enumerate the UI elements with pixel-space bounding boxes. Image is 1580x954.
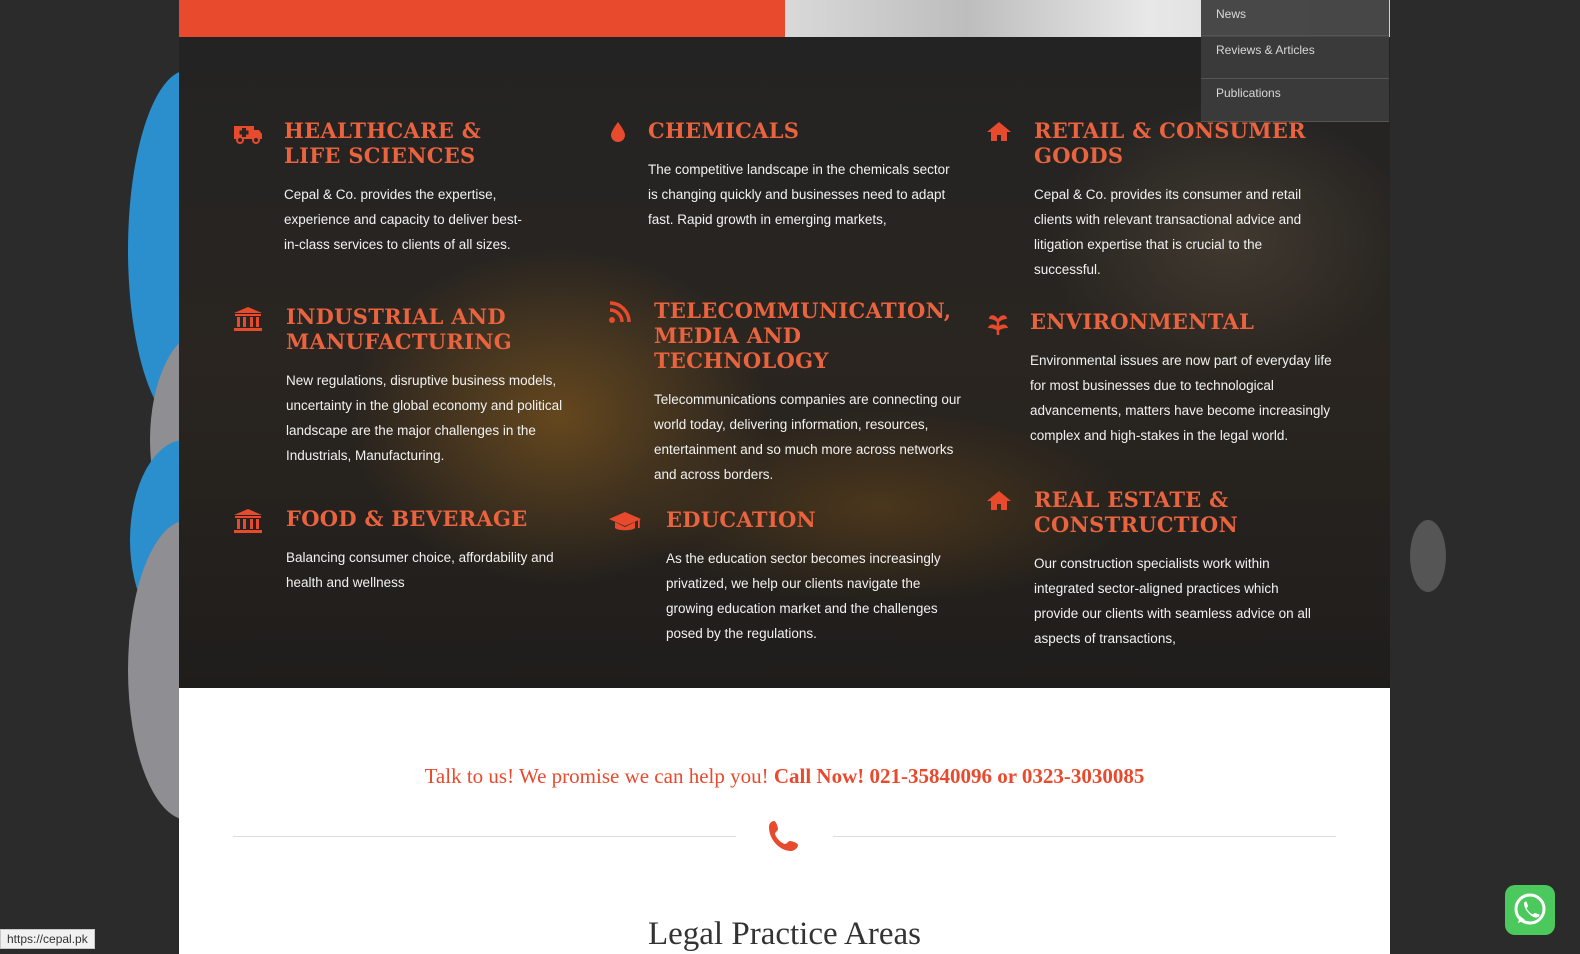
leaf-icon (986, 311, 1020, 337)
sector-title: INDUSTRIAL AND MANUFACTURING (286, 304, 512, 354)
sector-description: Environmental issues are now part of eve… (1030, 353, 1332, 443)
sector-environmental: ENVIRONMENTAL Environmental issues are n… (986, 309, 1346, 448)
bank-icon (233, 306, 267, 332)
home-icon (986, 120, 1020, 146)
call-to-action: Talk to us! We promise we can help you! … (179, 764, 1390, 789)
menu-item-reviews-articles[interactable]: Reviews & Articles (1201, 36, 1389, 79)
sector-title: TELECOMMUNICATION, MEDIA AND TECHNOLOGY (654, 298, 952, 373)
sector-description: Cepal & Co. provides the expertise, expe… (284, 187, 522, 252)
sector-title: ENVIRONMENTAL (1030, 309, 1255, 334)
drop-icon (608, 120, 642, 146)
menu-item-news[interactable]: News (1201, 0, 1389, 36)
status-bar-url: https://cepal.pk (0, 929, 95, 949)
sector-healthcare: HEALTHCARE & LIFE SCIENCES Cepal & Co. p… (233, 118, 533, 257)
graduation-cap-icon (608, 509, 642, 535)
section-title: Legal Practice Areas (647, 916, 922, 952)
sector-title: EDUCATION (666, 507, 817, 532)
ambulance-icon (233, 120, 267, 146)
menu-item-publications[interactable]: Publications (1201, 79, 1389, 122)
sector-food-beverage: FOOD & BEVERAGE Balancing consumer choic… (233, 506, 573, 595)
sector-description: Cepal & Co. provides its consumer and re… (1034, 187, 1302, 277)
sector-title: RETAIL & CONSUMER GOODS (1034, 118, 1306, 168)
sector-description: New regulations, disruptive business mod… (286, 373, 563, 463)
divider (233, 836, 736, 837)
whatsapp-button[interactable] (1505, 885, 1555, 935)
sector-description: Telecommunications companies are connect… (654, 392, 961, 482)
sector-industrial: INDUSTRIAL AND MANUFACTURING New regulat… (233, 304, 573, 468)
sector-title: HEALTHCARE & LIFE SCIENCES (284, 118, 481, 168)
banner-red-block (179, 0, 785, 37)
sector-description: Balancing consumer choice, affordability… (286, 550, 554, 590)
contact-section: Talk to us! We promise we can help you! … (179, 688, 1390, 954)
sector-title: FOOD & BEVERAGE (286, 506, 528, 531)
sector-telecom: TELECOMMUNICATION, MEDIA AND TECHNOLOGY … (608, 298, 963, 487)
sector-description: The competitive landscape in the chemica… (648, 162, 950, 227)
page-content: News Reviews & Articles Publications HEA… (179, 0, 1390, 954)
sector-chemicals: CHEMICALS The competitive landscape in t… (608, 118, 953, 232)
sector-description: As the education sector becomes increasi… (666, 551, 941, 641)
cta-lead-text: Talk to us! We promise we can help you! (424, 764, 769, 788)
sector-real-estate: REAL ESTATE & CONSTRUCTION Our construct… (986, 487, 1316, 651)
sector-education: EDUCATION As the education sector become… (608, 507, 953, 646)
whatsapp-icon (1505, 893, 1555, 939)
decorative-shape (1410, 520, 1446, 592)
sector-retail: RETAIL & CONSUMER GOODS Cepal & Co. prov… (986, 118, 1316, 282)
rss-icon (608, 300, 642, 326)
phone-icon (766, 818, 802, 854)
bank-icon (233, 508, 267, 534)
sector-title: CHEMICALS (648, 118, 800, 143)
sector-description: Our construction specialists work within… (1034, 556, 1311, 646)
sector-title: REAL ESTATE & CONSTRUCTION (1034, 487, 1239, 537)
home-icon (986, 489, 1020, 515)
submenu-dropdown: News Reviews & Articles Publications (1201, 0, 1389, 122)
cta-phone-numbers[interactable]: Call Now! 021-35840096 or 0323-3030085 (774, 764, 1145, 788)
sectors-section: HEALTHCARE & LIFE SCIENCES Cepal & Co. p… (179, 37, 1390, 688)
divider (833, 836, 1336, 837)
